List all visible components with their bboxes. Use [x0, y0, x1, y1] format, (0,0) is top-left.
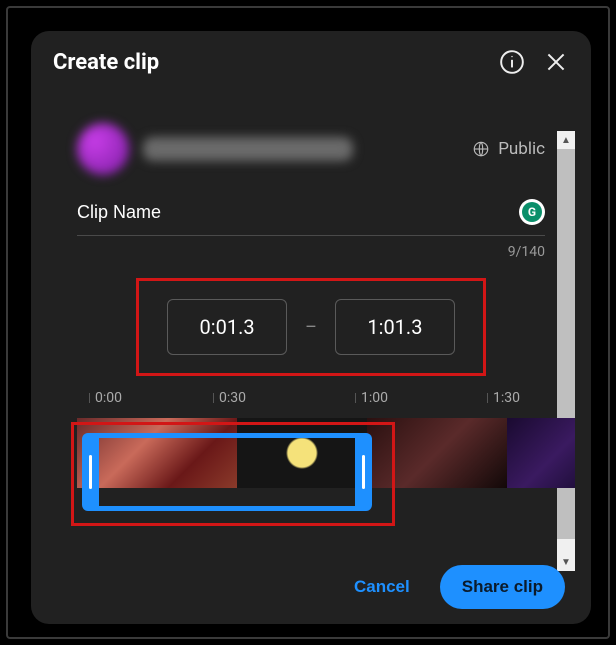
header-actions: [499, 49, 569, 75]
tick-30: 0:30: [213, 394, 240, 410]
modal-header: Create clip: [31, 31, 591, 85]
visibility-selector[interactable]: Public: [472, 139, 545, 159]
selection-highlight: [71, 422, 395, 526]
timeline: 0:00 0:30 1:00 1:30: [77, 394, 545, 524]
modal-body: Public G 9/140 0:01.3 – 1:01.3: [47, 111, 575, 534]
grammarly-icon: G: [522, 202, 542, 222]
globe-icon: [472, 140, 490, 158]
channel-avatar: [77, 123, 129, 175]
filmstrip-frame: [507, 418, 575, 488]
tick-0: 0:00: [89, 394, 116, 410]
tick-90: 1:30: [487, 394, 514, 410]
time-range-highlight: 0:01.3 – 1:01.3: [136, 278, 486, 376]
source-video-title: [143, 137, 353, 161]
app-frame: Create clip ▲ ▼: [6, 6, 610, 639]
source-video-row: [77, 123, 472, 175]
create-clip-modal: Create clip ▲ ▼: [31, 31, 591, 624]
clip-name-input[interactable]: [77, 202, 519, 223]
char-counter: 9/140: [77, 244, 545, 260]
share-clip-button[interactable]: Share clip: [440, 565, 565, 609]
end-time-input[interactable]: 1:01.3: [335, 299, 455, 355]
visibility-label: Public: [498, 139, 545, 159]
range-handle-start[interactable]: [82, 433, 99, 511]
grammarly-badge[interactable]: G: [519, 199, 545, 225]
tick-60: 1:00: [355, 394, 382, 410]
modal-footer: Cancel Share clip: [31, 550, 591, 624]
time-dash: –: [305, 317, 317, 338]
cancel-button[interactable]: Cancel: [338, 567, 426, 607]
start-time-input[interactable]: 0:01.3: [167, 299, 287, 355]
source-video-info: [77, 123, 353, 175]
content: Public G 9/140 0:01.3 – 1:01.3: [47, 123, 575, 524]
range-band: [99, 433, 355, 511]
info-icon[interactable]: [499, 49, 525, 75]
clip-name-row: G: [77, 193, 545, 236]
range-handle-end[interactable]: [355, 433, 372, 511]
modal-title: Create clip: [53, 50, 159, 75]
close-icon[interactable]: [543, 49, 569, 75]
